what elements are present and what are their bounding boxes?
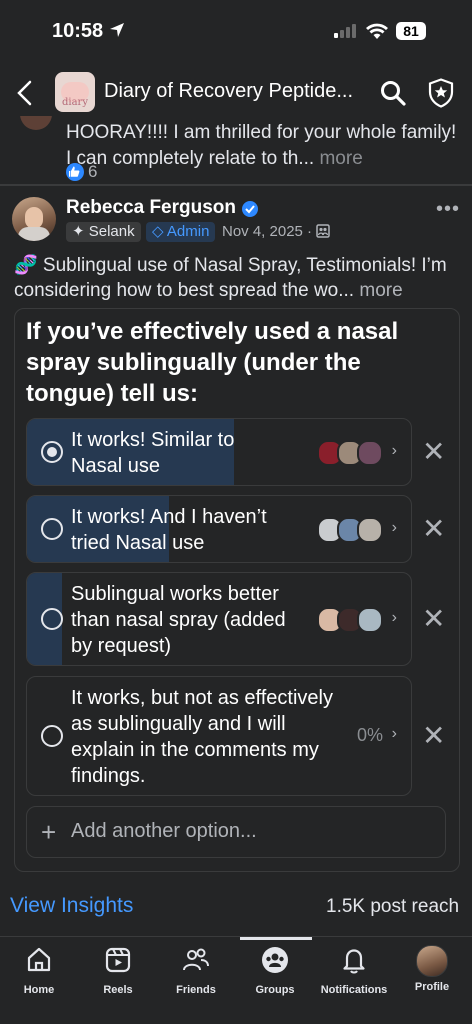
nav-reels-label: Reels [103, 984, 133, 996]
bell-icon [343, 949, 365, 974]
group-title[interactable]: Diary of Recovery Peptide... [104, 80, 353, 103]
chevron-right-icon: › [391, 609, 397, 626]
author-avatar[interactable] [12, 197, 56, 241]
admin-badge: ◇ Admin [146, 222, 216, 242]
admin-badge-label: Admin [166, 223, 210, 240]
topic-badge-label: Selank [88, 223, 135, 240]
group-avatar[interactable]: diary [55, 72, 95, 112]
home-icon [27, 947, 51, 972]
voter-avatars[interactable] [317, 517, 383, 543]
post-reach: 1.5K post reach [326, 896, 460, 917]
post-timestamp[interactable]: Nov 4, 2025 · [222, 222, 330, 242]
voter-avatars[interactable] [317, 607, 383, 633]
back-chevron-icon[interactable] [14, 80, 36, 106]
poll-option-label: It works, but not as effectively as subl… [71, 687, 333, 787]
nav-notifications[interactable]: Notifications [315, 945, 393, 996]
admin-diamond-icon: ◇ [152, 223, 164, 240]
post-body: 🧬 Sublingual use of Nasal Spray, Testimo… [14, 253, 464, 303]
nav-friends-label: Friends [176, 984, 216, 996]
location-arrow-icon [109, 23, 124, 37]
poll-option[interactable]: Sublingual works better than nasal spray… [26, 572, 412, 666]
voter-avatar [357, 517, 383, 543]
radio-unselected[interactable] [41, 608, 63, 630]
voter-avatar [357, 440, 383, 466]
admin-shield-icon[interactable] [428, 78, 454, 108]
group-audience-icon [316, 224, 330, 238]
nav-groups[interactable]: Groups [236, 945, 314, 996]
topic-badge[interactable]: ✦ Selank [66, 222, 141, 242]
status-bar: 10:58 81 [0, 0, 472, 62]
poll-option[interactable]: It works! Similar to Nasal use › [26, 418, 412, 486]
bottom-nav: Home Reels Friends Groups Notifications … [0, 936, 472, 1024]
poll-question: If you’ve effectively used a nasal spray… [26, 318, 399, 407]
post-date: Nov 4, 2025 · [222, 223, 313, 240]
chevron-right-icon: › [391, 519, 397, 536]
profile-avatar [416, 945, 448, 977]
nav-friends[interactable]: Friends [157, 945, 235, 996]
see-more-link[interactable]: more [359, 280, 402, 301]
wifi-icon [366, 23, 388, 39]
see-more-link[interactable]: more [319, 148, 362, 169]
comment-body: HOORAY!!!! I am thrilled for your whole … [66, 122, 457, 169]
voter-avatar [357, 607, 383, 633]
view-insights-link[interactable]: View Insights [10, 894, 133, 918]
verified-badge-icon [242, 201, 258, 217]
groups-icon [262, 947, 288, 973]
nav-home-label: Home [23, 984, 55, 996]
active-tab-indicator [240, 937, 312, 940]
radio-unselected[interactable] [41, 518, 63, 540]
remove-option-icon[interactable]: ✕ [422, 722, 445, 750]
add-option-label: Add another option... [71, 820, 257, 842]
post-author-name[interactable]: Rebecca Ferguson [66, 197, 236, 219]
radio-selected[interactable] [41, 441, 63, 463]
previous-comment-text: HOORAY!!!! I am thrilled for your whole … [66, 120, 466, 172]
poll-option-label: It works! And I haven’t tried Nasal use [71, 506, 267, 554]
divider [0, 184, 472, 186]
plus-icon: + [41, 817, 57, 847]
radio-unselected[interactable] [41, 725, 63, 747]
cellular-signal-icon [334, 24, 356, 38]
nav-groups-label: Groups [255, 984, 295, 996]
nav-reels[interactable]: Reels [79, 945, 157, 996]
add-option-button[interactable]: + Add another option... [26, 806, 446, 858]
group-thumb-logo: diary [62, 97, 88, 108]
status-time: 10:58 [52, 20, 125, 43]
reels-icon [105, 947, 131, 973]
poll-option[interactable]: It works, but not as effectively as subl… [26, 676, 412, 796]
remove-option-icon[interactable]: ✕ [422, 515, 445, 543]
option-percentage[interactable]: 0% [357, 725, 383, 746]
voter-avatars[interactable] [317, 440, 383, 466]
chevron-right-icon: › [391, 725, 397, 742]
nav-notifications-label: Notifications [320, 984, 388, 996]
remove-option-icon[interactable]: ✕ [422, 605, 445, 633]
poll-option-label: Sublingual works better than nasal spray… [71, 583, 286, 657]
nav-home[interactable]: Home [0, 945, 78, 996]
sparkle-icon: ✦ [72, 223, 85, 240]
poll-option-label: It works! Similar to Nasal use [71, 429, 235, 477]
nav-profile[interactable]: Profile [393, 945, 471, 993]
remove-option-icon[interactable]: ✕ [422, 438, 445, 466]
friends-icon [183, 948, 209, 971]
chevron-right-icon: › [391, 442, 397, 459]
poll-option[interactable]: It works! And I haven’t tried Nasal use … [26, 495, 412, 563]
like-count[interactable]: 6 [88, 162, 97, 182]
like-icon [66, 163, 84, 181]
commenter-avatar[interactable] [20, 116, 52, 130]
nav-profile-label: Profile [414, 981, 450, 993]
search-icon[interactable] [380, 80, 406, 106]
battery-indicator: 81 [396, 22, 426, 40]
more-options-icon[interactable]: ••• [436, 198, 460, 221]
